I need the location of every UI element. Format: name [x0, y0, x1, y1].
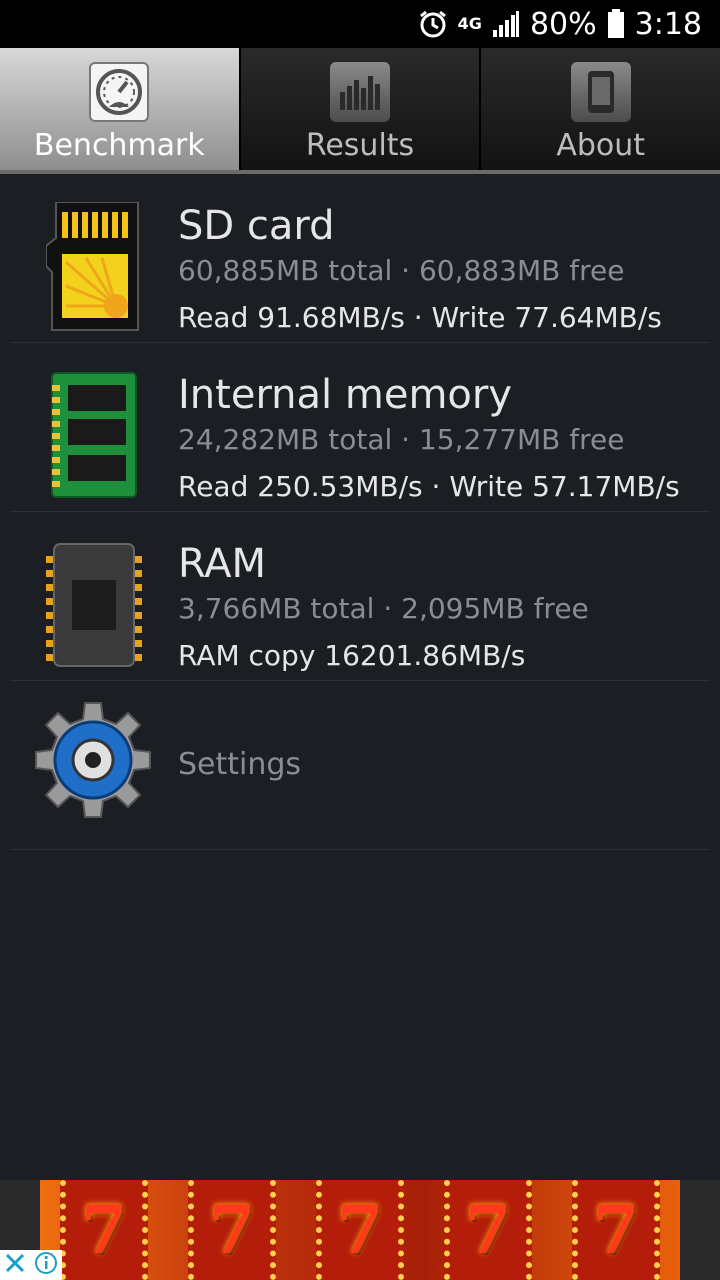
slot-symbol: 7: [572, 1180, 660, 1280]
battery-icon: [607, 9, 625, 39]
ad-info-icon[interactable]: [34, 1251, 58, 1279]
tab-results[interactable]: Results: [240, 48, 482, 174]
item-speed-result: Read 91.68MB/s · Write 77.64MB/s: [178, 301, 662, 334]
item-speed-result: RAM copy 16201.86MB/s: [178, 639, 526, 672]
list-item-internal-memory[interactable]: Internal memory 24,282MB total · 15,277M…: [10, 343, 710, 512]
list-item-settings[interactable]: Settings: [10, 681, 710, 850]
item-title: SD card: [178, 203, 335, 249]
sd-card-icon: [45, 201, 142, 332]
ad-controls: [0, 1250, 62, 1280]
alarm-icon: [418, 9, 448, 39]
tab-label: Benchmark: [33, 128, 205, 163]
ram-chip-icon: [46, 540, 142, 670]
tab-bar: Benchmark Results About: [0, 48, 720, 174]
phone-icon: [570, 62, 631, 122]
item-title: Settings: [178, 747, 302, 782]
slot-symbol: 7: [188, 1180, 276, 1280]
item-storage-info: 60,885MB total · 60,883MB free: [178, 254, 625, 287]
tab-about[interactable]: About: [481, 48, 720, 174]
battery-percent: 80%: [529, 6, 597, 42]
tab-label: Results: [305, 128, 415, 163]
item-title: RAM: [178, 541, 267, 587]
ad-image[interactable]: 7 7 7 7 7: [40, 1180, 680, 1280]
ad-close-icon[interactable]: [4, 1252, 26, 1278]
status-bar: 4G 80% 3:18: [0, 0, 720, 48]
list-item-ram[interactable]: RAM 3,766MB total · 2,095MB free RAM cop…: [10, 512, 710, 681]
memory-chip-icon: [46, 371, 142, 501]
ad-banner[interactable]: 7 7 7 7 7: [0, 1180, 720, 1280]
slot-symbol: 7: [60, 1180, 148, 1280]
item-storage-info: 3,766MB total · 2,095MB free: [178, 592, 589, 625]
list-item-sd-card[interactable]: SD card 60,885MB total · 60,883MB free R…: [10, 174, 710, 343]
clock: 3:18: [634, 6, 702, 42]
network-type-icon: 4G: [457, 14, 482, 33]
tab-label: About: [556, 128, 646, 163]
signal-icon: [492, 10, 520, 38]
item-speed-result: Read 250.53MB/s · Write 57.17MB/s: [178, 470, 680, 503]
slot-symbol: 7: [316, 1180, 404, 1280]
item-storage-info: 24,282MB total · 15,277MB free: [178, 423, 625, 456]
bar-chart-icon: [330, 62, 390, 122]
gear-icon: [28, 699, 158, 829]
slot-symbol: 7: [444, 1180, 532, 1280]
item-title: Internal memory: [178, 372, 513, 418]
benchmark-list: SD card 60,885MB total · 60,883MB free R…: [0, 174, 720, 850]
tab-benchmark[interactable]: Benchmark: [0, 48, 241, 174]
speedometer-icon: [89, 62, 150, 122]
